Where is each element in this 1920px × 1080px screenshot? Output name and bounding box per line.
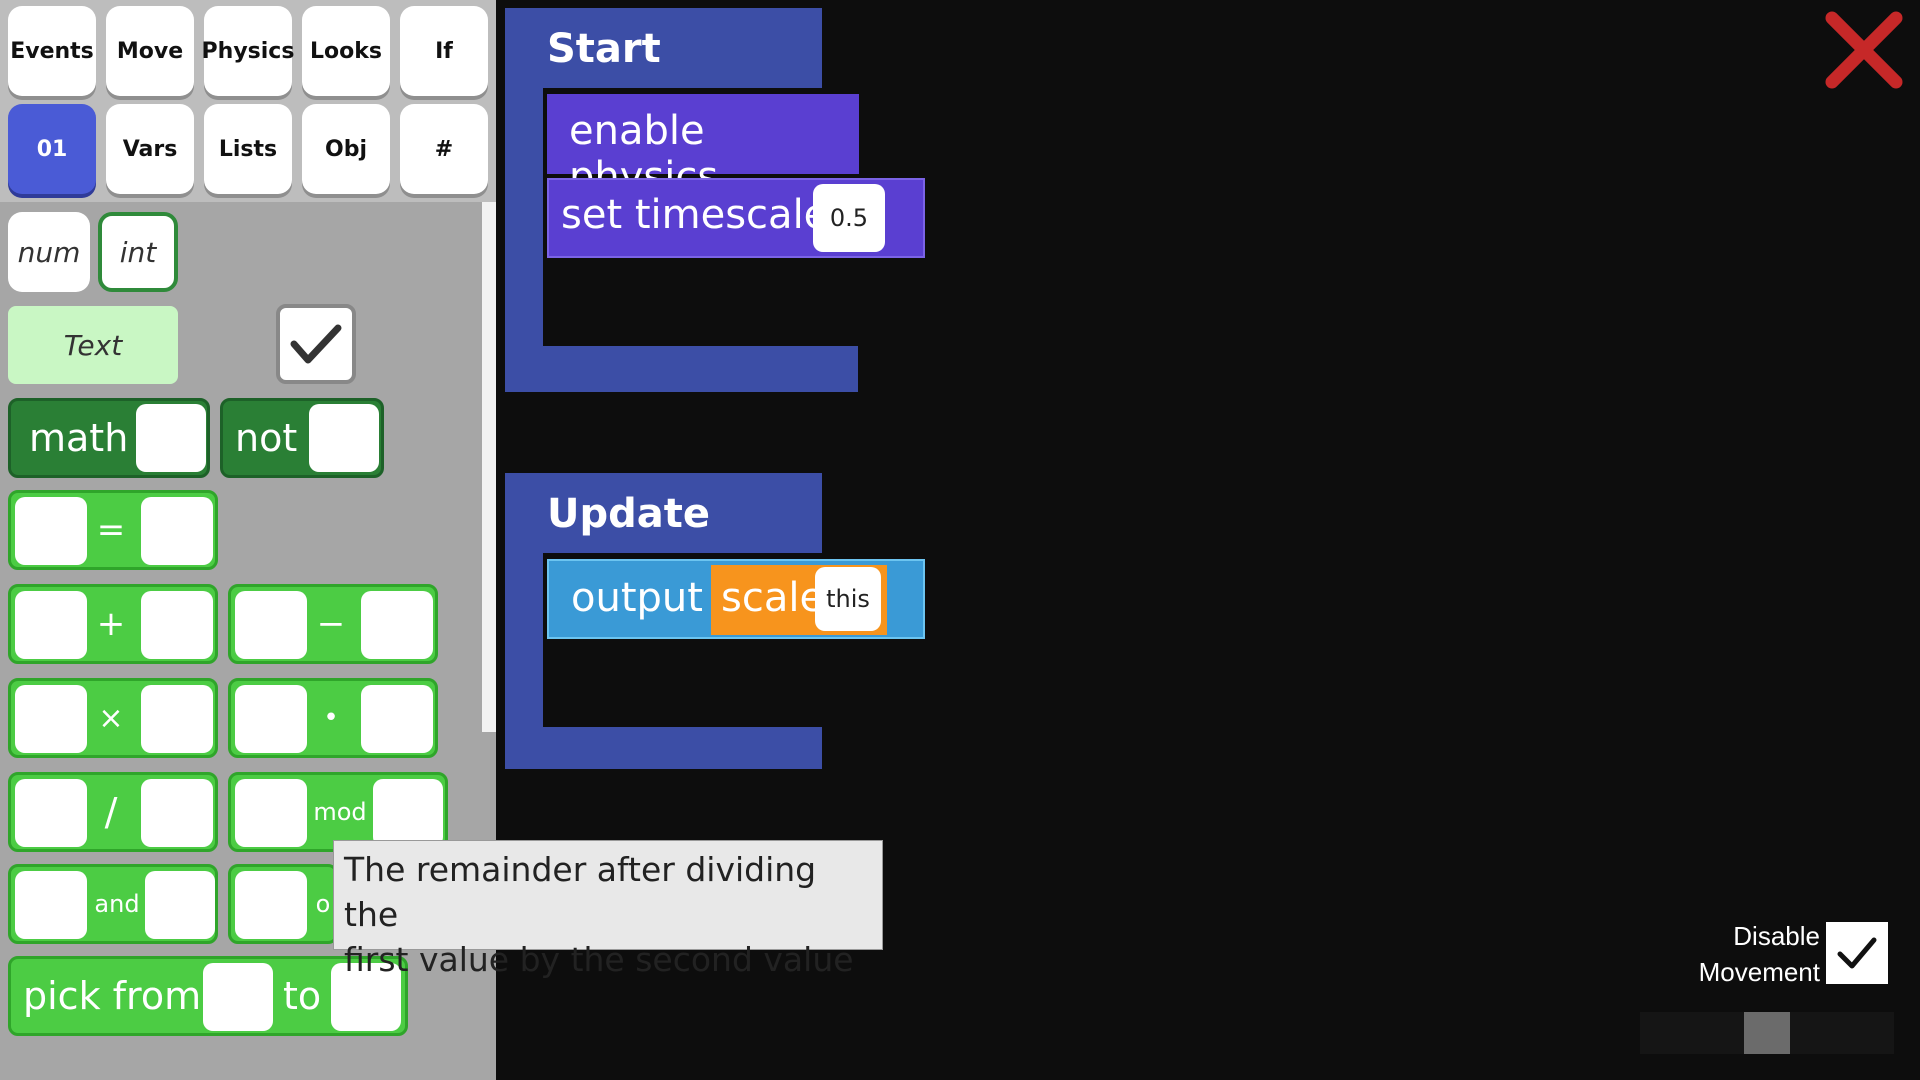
math-input-slot[interactable] [136, 404, 206, 472]
mod-tooltip: The remainder after dividing the first v… [333, 840, 883, 979]
disable-label-line-2: Movement [1698, 957, 1820, 987]
boolean-literal-block[interactable] [276, 304, 356, 384]
math-block[interactable]: math [8, 398, 210, 478]
right-input-slot[interactable] [145, 871, 215, 939]
category-move-button[interactable]: Move [106, 6, 194, 96]
category-hash-button[interactable]: # [400, 104, 488, 194]
right-input-slot[interactable] [141, 685, 213, 753]
and-block[interactable]: and [8, 864, 218, 944]
math-label: math [29, 416, 129, 460]
scale-target-input[interactable]: this [815, 567, 881, 631]
or-block[interactable]: o [228, 864, 338, 944]
not-label: not [235, 416, 298, 460]
and-operator: and [94, 890, 140, 918]
minus-operator: − [316, 604, 346, 644]
right-input-slot[interactable] [361, 591, 433, 659]
equals-operator: = [96, 510, 126, 550]
disable-movement-checkbox[interactable] [1826, 922, 1888, 984]
left-input-slot[interactable] [235, 685, 307, 753]
checkmark-icon [290, 324, 342, 364]
set-timescale-label: set timescale [561, 192, 829, 238]
pick-from-label: pick from [23, 974, 202, 1018]
left-input-slot[interactable] [15, 685, 87, 753]
plus-operator: + [96, 604, 126, 644]
divide-operator: / [104, 790, 118, 834]
start-frame-bottom [505, 346, 858, 392]
timescale-value-input[interactable]: 0.5 [813, 184, 885, 252]
output-block[interactable]: output scale this [547, 559, 925, 639]
close-button[interactable] [1822, 8, 1906, 92]
category-bar: Events Move Physics Looks If 01 Vars Lis… [0, 0, 496, 202]
category-obj-button[interactable]: Obj [302, 104, 390, 194]
horizontal-scrollbar[interactable] [1640, 1012, 1894, 1054]
update-event-block[interactable]: Update output scale this [505, 473, 925, 769]
right-input-slot[interactable] [141, 497, 213, 565]
right-input-slot[interactable] [373, 779, 443, 847]
mod-operator: mod [313, 798, 367, 826]
dot-product-block[interactable]: • [228, 678, 438, 758]
tooltip-line-1: The remainder after dividing the [344, 850, 817, 934]
dot-operator: • [323, 703, 339, 733]
left-input-slot[interactable] [15, 871, 87, 939]
add-block[interactable]: + [8, 584, 218, 664]
disable-label-line-1: Disable [1733, 921, 1820, 951]
multiply-block[interactable]: × [8, 678, 218, 758]
scale-label: scale [721, 575, 825, 621]
not-input-slot[interactable] [309, 404, 379, 472]
start-title: Start [547, 26, 661, 72]
category-looks-button[interactable]: Looks [302, 6, 390, 96]
int-literal-block[interactable]: int [98, 212, 178, 292]
start-frame-side [505, 88, 543, 354]
palette-scrollbar[interactable] [482, 202, 496, 732]
num-literal-block[interactable]: num [8, 212, 90, 292]
times-operator: × [98, 700, 124, 736]
update-frame-bottom [505, 727, 822, 769]
category-lists-button[interactable]: Lists [204, 104, 292, 194]
start-event-block[interactable]: Start enable physics set timescale 0.5 [505, 8, 925, 392]
scrollbar-thumb[interactable] [1744, 1012, 1790, 1054]
close-icon [1825, 11, 1903, 89]
tooltip-line-2: first value by the second value [344, 940, 854, 979]
to-label: to [283, 974, 322, 1018]
category-events-button[interactable]: Events [8, 6, 96, 96]
left-input-slot[interactable] [235, 591, 307, 659]
category-if-button[interactable]: If [400, 6, 488, 96]
equals-block[interactable]: = [8, 490, 218, 570]
right-input-slot[interactable] [361, 685, 433, 753]
disable-movement-label: Disable Movement [1660, 918, 1820, 990]
left-input-slot[interactable] [15, 779, 87, 847]
right-input-slot[interactable] [141, 591, 213, 659]
update-frame-side [505, 553, 543, 733]
or-operator: o [315, 890, 331, 918]
left-input-slot[interactable] [15, 497, 87, 565]
output-label: output [571, 575, 703, 621]
right-input-slot[interactable] [141, 779, 213, 847]
scale-reporter-block[interactable]: scale this [711, 565, 887, 635]
divide-block[interactable]: / [8, 772, 218, 852]
category-vars-button[interactable]: Vars [106, 104, 194, 194]
category-physics-button[interactable]: Physics [202, 6, 294, 96]
not-block[interactable]: not [220, 398, 384, 478]
enable-physics-block[interactable]: enable physics [547, 94, 859, 200]
subtract-block[interactable]: − [228, 584, 438, 664]
from-input-slot[interactable] [203, 963, 273, 1031]
set-timescale-block[interactable]: set timescale 0.5 [547, 178, 925, 258]
category-01-button[interactable]: 01 [8, 104, 96, 194]
left-input-slot[interactable] [235, 779, 307, 847]
text-literal-block[interactable]: Text [8, 306, 178, 384]
checkmark-icon [1837, 937, 1877, 969]
update-title: Update [547, 491, 710, 537]
left-input-slot[interactable] [235, 871, 307, 939]
left-input-slot[interactable] [15, 591, 87, 659]
